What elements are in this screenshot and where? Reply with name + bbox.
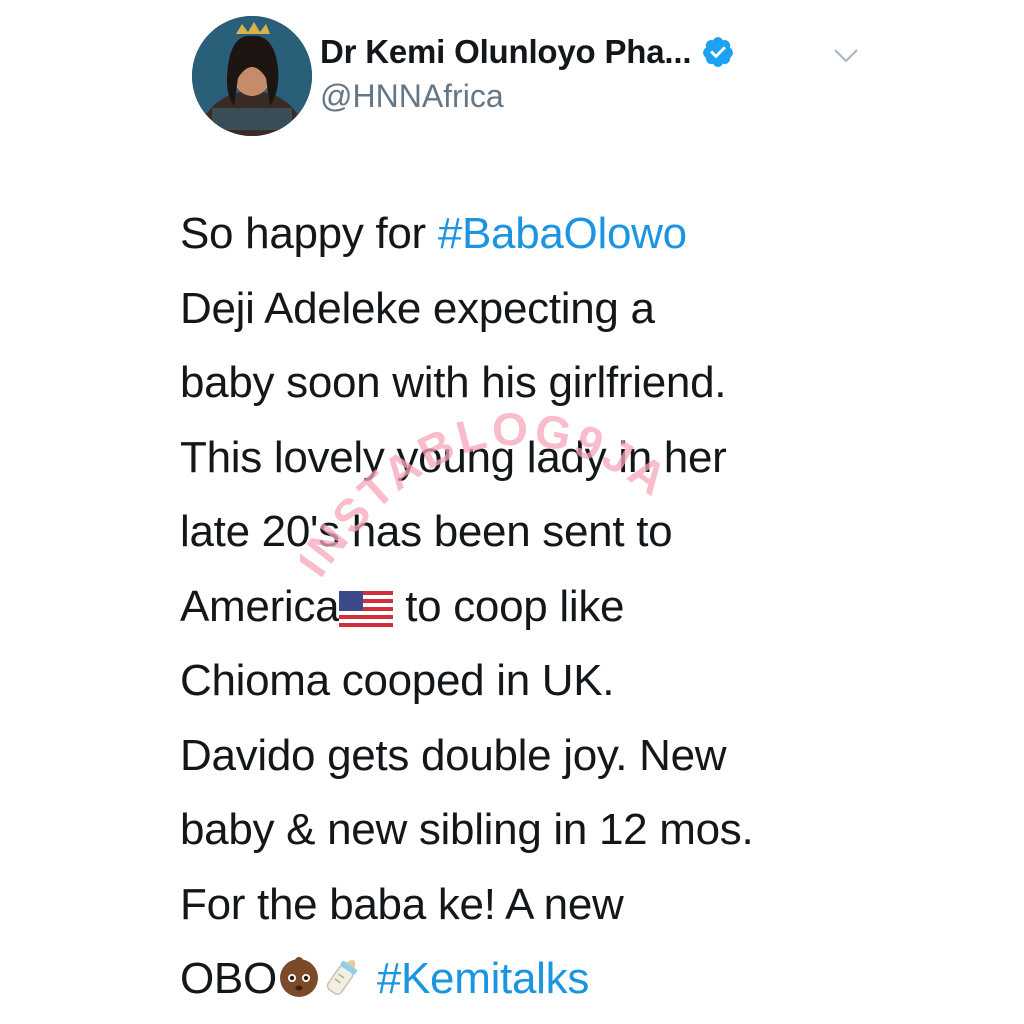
tweet-line-text: This lovely young lady in her — [180, 432, 727, 482]
tweet-line: So happy for #BabaOlowo — [180, 197, 1000, 272]
avatar[interactable] — [192, 16, 312, 136]
tweet-line-text: late 20's has been sent to — [180, 507, 673, 556]
tweet-line: late 20's has been sent to — [180, 495, 1000, 570]
tweet-line: For the baba ke! A new — [180, 868, 1000, 943]
tweet-line: OBO #Kemitalks — [180, 942, 1000, 1017]
tweet-line: baby & new sibling in 12 mos. — [180, 793, 1000, 868]
chevron-down-icon[interactable] — [832, 44, 860, 66]
tweet-line-text: baby & new sibling in 12 mos. — [180, 805, 754, 854]
verified-badge-icon — [701, 35, 735, 69]
hashtag-link[interactable]: #Kemitalks — [377, 954, 590, 1003]
tweet-line-spacer — [365, 954, 377, 1003]
tweet-line-text: to coop like — [393, 581, 625, 631]
us-flag-emoji-icon — [339, 576, 394, 651]
tweet-line: America to coop like — [180, 570, 1000, 645]
tweet-card: Dr Kemi Olunloyo Pha... @HNNAfrica So ha… — [0, 0, 1024, 1024]
tweet-line-text: OBO — [180, 954, 277, 1003]
author-name-row: Dr Kemi Olunloyo Pha... — [320, 30, 735, 74]
tweet-line-text: Chioma cooped in UK. — [180, 656, 615, 705]
baby-emoji-icon — [277, 948, 321, 1023]
tweet-line-text: For the baba ke! A new — [180, 879, 624, 929]
tweet-line: Chioma cooped in UK. — [180, 644, 1000, 719]
tweet-line: Davido gets double joy. New — [180, 719, 1000, 794]
tweet-line: Deji Adeleke expecting a — [180, 272, 1000, 347]
tweet-line-text: baby soon with his girlfriend. — [180, 358, 727, 407]
baby-bottle-emoji-icon — [321, 948, 365, 1023]
tweet-text: So happy for #BabaOlowo Deji Adeleke exp… — [180, 197, 1000, 1017]
tweet-line: This lovely young lady in her — [180, 421, 1000, 496]
tweet-line-text: America — [180, 581, 340, 631]
profile-photo-icon — [192, 16, 312, 136]
author-handle[interactable]: @HNNAfrica — [320, 78, 504, 115]
hashtag-link[interactable]: #BabaOlowo — [438, 209, 687, 258]
tweet-line-text: Deji Adeleke expecting a — [180, 283, 655, 333]
tweet-line-text: Davido gets double joy. New — [180, 730, 727, 780]
author-display-name[interactable]: Dr Kemi Olunloyo Pha... — [320, 33, 691, 71]
tweet-line-text: So happy for — [180, 209, 438, 258]
tweet-line: baby soon with his girlfriend. — [180, 346, 1000, 421]
